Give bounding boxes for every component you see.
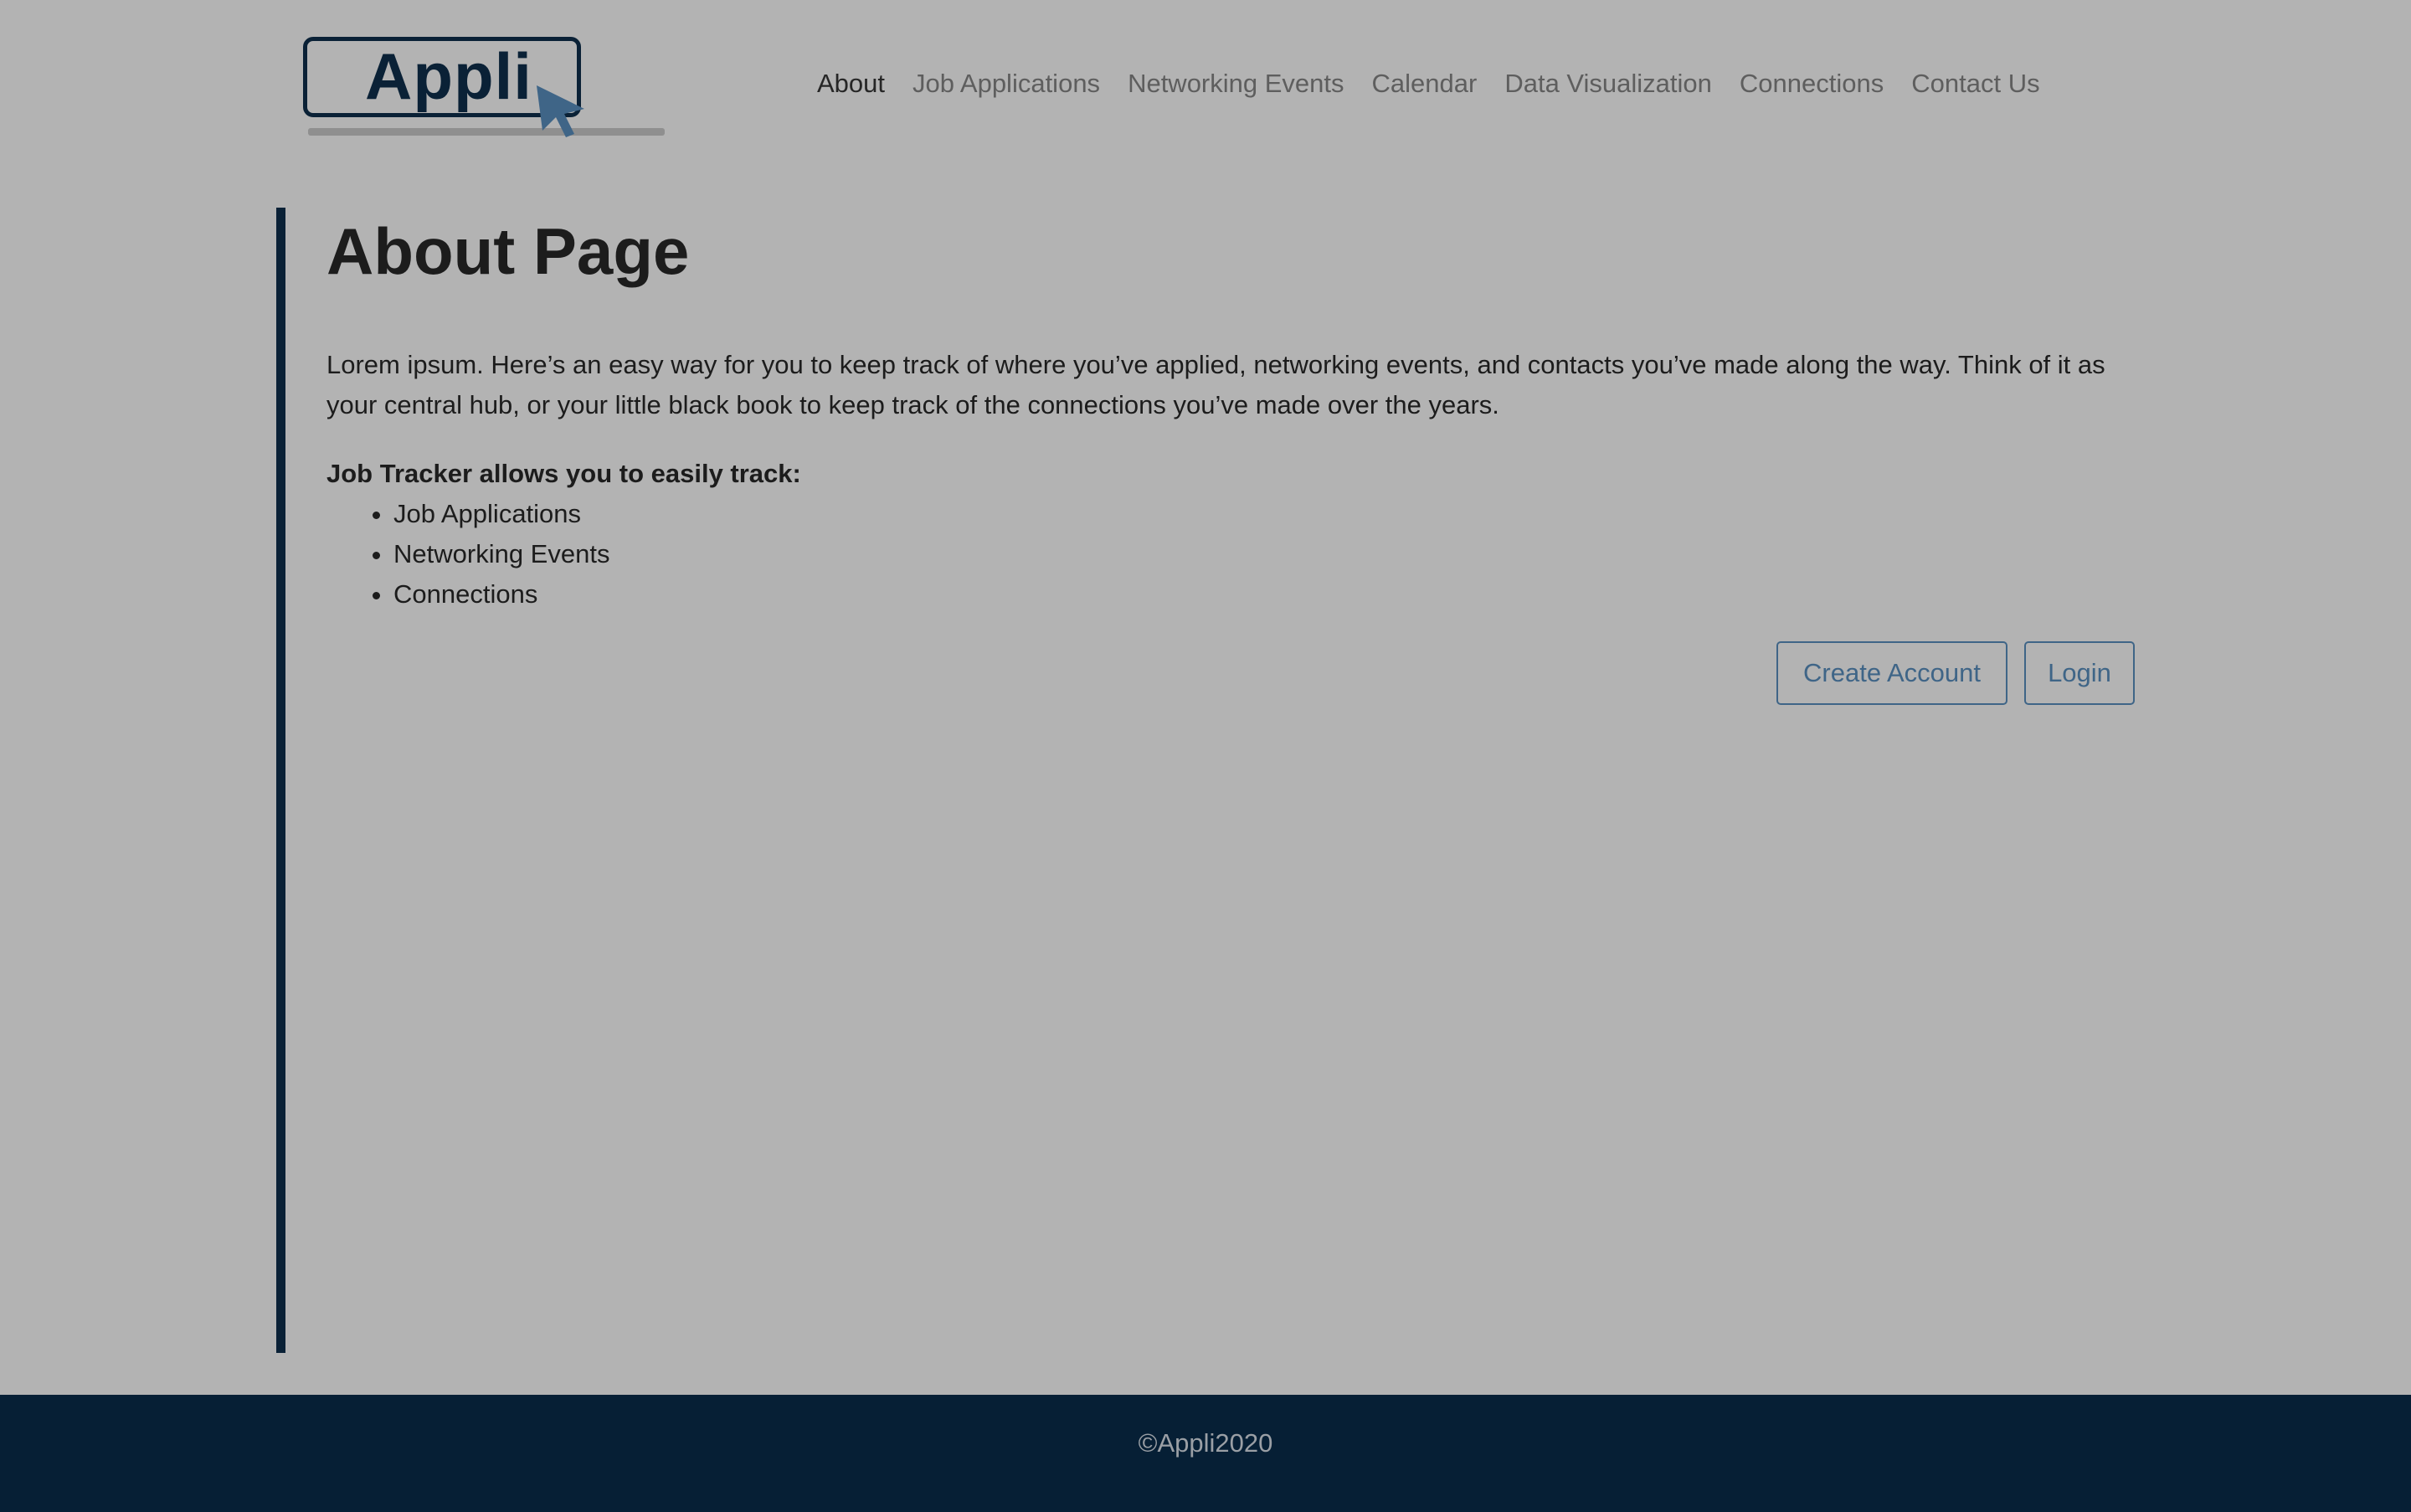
list-item: Connections <box>393 574 609 615</box>
logo-text: Appli <box>365 39 532 113</box>
track-list: Job Applications Networking Events Conne… <box>326 494 609 615</box>
track-heading: Job Tracker allows you to easily track: <box>326 459 801 488</box>
site-footer: ©Appli2020 <box>0 1395 2411 1512</box>
page: Appli About Job Applications Networking … <box>0 0 2411 1512</box>
nav-data-visualization[interactable]: Data Visualization <box>1504 65 1712 102</box>
list-item: Job Applications <box>393 494 609 534</box>
nav-calendar[interactable]: Calendar <box>1372 65 1478 102</box>
nav-networking-events[interactable]: Networking Events <box>1128 65 1344 102</box>
logo-underline <box>308 128 665 136</box>
site-header: Appli About Job Applications Networking … <box>0 0 2411 167</box>
list-item: Networking Events <box>393 534 609 574</box>
nav-connections[interactable]: Connections <box>1740 65 1884 102</box>
main-nav: About Job Applications Networking Events… <box>817 65 2068 102</box>
appli-logo[interactable]: Appli <box>301 35 670 141</box>
content-accent-bar <box>276 208 285 1353</box>
cursor-arrow-icon <box>537 85 584 137</box>
copyright-text: ©Appli2020 <box>1138 1428 1273 1458</box>
intro-paragraph: Lorem ipsum. Here’s an easy way for you … <box>326 350 2105 419</box>
nav-job-applications[interactable]: Job Applications <box>912 65 1100 102</box>
nav-contact-us[interactable]: Contact Us <box>1911 65 2039 102</box>
login-button[interactable]: Login <box>2024 641 2135 705</box>
nav-about[interactable]: About <box>817 65 885 102</box>
create-account-button[interactable]: Create Account <box>1776 641 2007 705</box>
page-title: About Page <box>326 214 690 288</box>
